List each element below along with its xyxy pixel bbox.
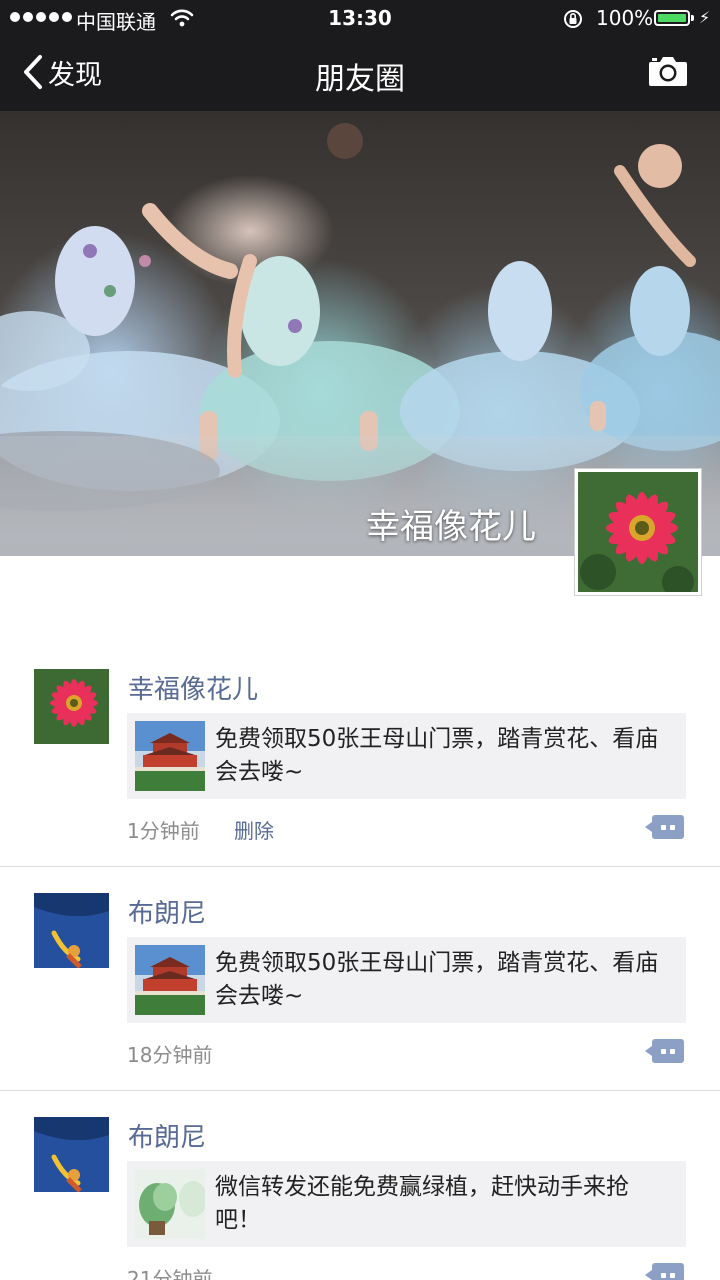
moments-screen: 中国联通 13:30 100% ⚡ 发现 朋友圈 幸福像花儿 幸福像花儿 免费领… [0, 0, 720, 1280]
author-avatar[interactable] [34, 893, 109, 968]
status-bar: 中国联通 13:30 100% ⚡ [0, 0, 720, 38]
figure-on-blue-image [34, 893, 109, 968]
shared-link-title: 免费领取50张王母山门票，踏青赏花、看庙会去喽~ [215, 726, 659, 785]
moment-post: 幸福像花儿 免费领取50张王母山门票，踏青赏花、看庙会去喽~ 1分钟前 删除 [0, 669, 720, 867]
delete-button[interactable]: 删除 [234, 815, 274, 844]
post-divider [0, 866, 720, 867]
plant-thumbnail [135, 1169, 205, 1239]
comment-icon[interactable] [645, 1263, 684, 1280]
post-divider [0, 1090, 720, 1091]
gerbera-flower-image [34, 669, 109, 744]
camera-button[interactable] [648, 54, 688, 92]
temple-thumbnail [135, 721, 205, 791]
comment-icon[interactable] [645, 1039, 684, 1063]
post-time: 1分钟前 [127, 819, 200, 843]
comment-icon[interactable] [645, 815, 684, 839]
lock-rotation-icon [562, 8, 584, 35]
author-avatar[interactable] [34, 1117, 109, 1192]
battery-percent: 100% [596, 6, 654, 30]
post-time: 21分钟前 [127, 1267, 213, 1280]
page-title: 朋友圈 [315, 62, 405, 97]
shared-link-card[interactable]: 免费领取50张王母山门票，踏青赏花、看庙会去喽~ [127, 937, 686, 1023]
author-avatar[interactable] [34, 669, 109, 744]
shared-link-title: 免费领取50张王母山门票，踏青赏花、看庙会去喽~ [215, 950, 659, 1009]
shared-link-card[interactable]: 免费领取50张王母山门票，踏青赏花、看庙会去喽~ [127, 713, 686, 799]
camera-icon [649, 57, 687, 86]
post-time: 18分钟前 [127, 1043, 213, 1067]
author-name[interactable]: 布朗尼 [128, 893, 206, 930]
author-name[interactable]: 布朗尼 [128, 1117, 206, 1154]
shared-link-title: 微信转发还能免费赢绿植，赶快动手来抢吧！ [215, 1174, 629, 1233]
charging-bolt-icon: ⚡ [699, 8, 711, 27]
shared-link-card[interactable]: 微信转发还能免费赢绿植，赶快动手来抢吧！ [127, 1161, 686, 1247]
battery-icon [654, 10, 694, 26]
gerbera-flower-image [578, 472, 698, 598]
profile-avatar[interactable] [574, 468, 702, 598]
moment-post: 布朗尼 微信转发还能免费赢绿植，赶快动手来抢吧！ 21分钟前 [0, 1117, 720, 1280]
navigation-bar: 发现 朋友圈 [0, 38, 720, 111]
temple-thumbnail [135, 945, 205, 1015]
top-bar: 中国联通 13:30 100% ⚡ 发现 朋友圈 [0, 0, 720, 111]
profile-name: 幸福像花儿 [366, 507, 536, 547]
moment-post: 布朗尼 免费领取50张王母山门票，踏青赏花、看庙会去喽~ 18分钟前 [0, 893, 720, 1091]
author-name[interactable]: 幸福像花儿 [128, 669, 258, 706]
figure-on-blue-image [34, 1117, 109, 1192]
